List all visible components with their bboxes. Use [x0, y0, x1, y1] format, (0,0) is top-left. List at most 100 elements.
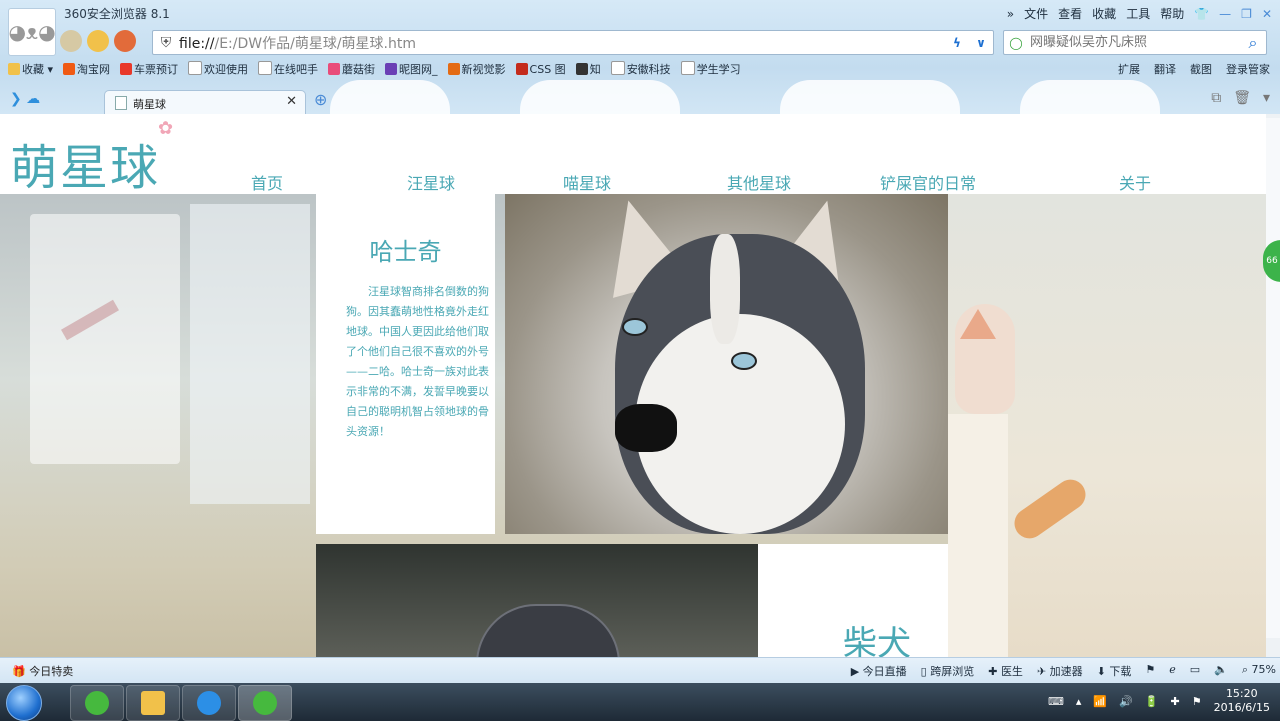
bookmark-item[interactable]: 淘宝网 [63, 61, 110, 77]
nav-about[interactable]: 关于 [1119, 170, 1151, 194]
minimize-icon[interactable]: — [1219, 7, 1231, 21]
address-url[interactable]: file:///E:/DW作品/萌星球/萌星球.htm [179, 33, 945, 53]
home-icon[interactable] [114, 30, 136, 52]
window-icon[interactable]: ▭ [1190, 663, 1200, 679]
menu-favorites[interactable]: 收藏 [1092, 5, 1116, 22]
tab-label: 萌星球 [133, 98, 166, 111]
today-deals[interactable]: 🎁 今日特卖 [12, 663, 73, 679]
forward-icon[interactable]: ❯ ☁ [10, 91, 40, 107]
keyboard-icon[interactable]: ⌨ [1048, 695, 1064, 708]
shiba-card: 柴犬 [758, 544, 948, 657]
mogujie-icon [328, 63, 341, 75]
bookmark-item[interactable]: CSS 图 [515, 61, 566, 77]
search-engine-icon[interactable]: ◯ [1004, 36, 1028, 50]
lightning-icon[interactable]: ϟ [945, 36, 969, 50]
browser-icon [253, 691, 277, 715]
chevron-down-icon[interactable]: ∨ [969, 36, 993, 50]
restore-tab-icon[interactable]: ⧉ [1211, 90, 1221, 106]
husky-description: 汪星球智商排名倒数的狗狗。因其蠢萌地性格竟外走红地球。中国人更因此给他们取了个他… [346, 285, 489, 438]
bookmark-item[interactable]: 收藏 ▾ [8, 61, 53, 77]
doctor-button[interactable]: ✚ 医生 [988, 663, 1023, 679]
taskbar-app-browser-active[interactable] [238, 685, 292, 721]
bookmark-item[interactable]: 学生学习 [680, 61, 741, 77]
bookmark-item[interactable]: 昵图网_ [385, 61, 438, 77]
clock[interactable]: 15:20 2016/6/15 [1214, 687, 1270, 715]
husky-eye [731, 352, 757, 370]
screenshot-button[interactable]: 截图 [1190, 61, 1212, 77]
bookmark-item[interactable]: 欢迎使用 [188, 61, 248, 77]
menu-help[interactable]: 帮助 [1160, 5, 1184, 22]
flag-icon[interactable]: ⚑ [1145, 663, 1155, 679]
user-avatar[interactable]: ◕ᴥ◕ [8, 8, 56, 56]
shield-icon[interactable]: ✚ [1171, 695, 1180, 708]
bookmark-item[interactable]: 在线吧手 [258, 61, 318, 77]
search-icon[interactable]: ⌕ [1240, 33, 1266, 53]
ie-icon[interactable]: ℯ [1169, 663, 1176, 679]
volume-icon[interactable]: 🔈 [1214, 663, 1228, 679]
nav-dog-planet[interactable]: 汪星球 [407, 170, 455, 194]
zoom-level[interactable]: ⌕ 75% [1242, 663, 1276, 679]
bookmark-item[interactable]: 新视觉影 [447, 61, 506, 77]
volume-icon[interactable]: 🔊 [1119, 695, 1133, 708]
system-tray: ⌨ ▴ 📶 🔊 🔋 ✚ ⚑ 15:20 2016/6/15 [1048, 687, 1270, 715]
shiba-photo [316, 544, 758, 657]
menu-tools[interactable]: 工具 [1126, 5, 1150, 22]
trash-icon[interactable]: 🗑 [1233, 90, 1251, 106]
search-box[interactable]: ◯ ⌕ [1003, 30, 1267, 55]
menu-file[interactable]: 文件 [1024, 5, 1048, 22]
login-manager-button[interactable]: 登录管家 [1226, 61, 1270, 77]
nav-cat-planet[interactable]: 喵星球 [563, 170, 611, 194]
ticket-icon [120, 63, 133, 75]
maximize-icon[interactable]: ❐ [1241, 7, 1252, 21]
shoe-shape [476, 604, 620, 657]
live-button[interactable]: ▶ 今日直播 [851, 663, 907, 679]
tab-active[interactable]: 萌星球 ✕ [104, 90, 306, 114]
tab-tools: ⧉ 🗑 ▾ [1211, 90, 1270, 106]
accelerator-button[interactable]: ✈ 加速器 [1037, 663, 1083, 679]
husky-photo [505, 194, 948, 534]
translate-button[interactable]: 翻译 [1154, 61, 1176, 77]
os-taskbar: ⌨ ▴ 📶 🔊 🔋 ✚ ⚑ 15:20 2016/6/15 [0, 683, 1280, 721]
ring-icon[interactable] [87, 30, 109, 52]
nav-other-planets[interactable]: 其他星球 [727, 170, 791, 194]
menu-expand-icon[interactable]: » [1007, 7, 1014, 21]
tray-expand-icon[interactable]: ▴ [1076, 695, 1082, 708]
cat-body [948, 414, 1008, 657]
ime-icon[interactable]: ⚑ [1192, 695, 1202, 708]
scrollbar-thumb[interactable] [1266, 118, 1280, 638]
page-viewport: 萌星球 ✿ 首页 汪星球 喵星球 其他星球 铲屎官的日常 关于 哈士奇 汪星球智… [0, 114, 1266, 657]
menu-view[interactable]: 查看 [1058, 5, 1082, 22]
address-bar[interactable]: ⛨ file:///E:/DW作品/萌星球/萌星球.htm ϟ ∨ [152, 30, 994, 55]
game-icon[interactable] [60, 30, 82, 52]
bookmark-item[interactable]: 安徽科技 [610, 61, 671, 77]
close-tab-icon[interactable]: ✕ [286, 94, 297, 109]
bg-window [190, 204, 310, 504]
start-button[interactable] [6, 685, 42, 721]
nav-daily[interactable]: 铲屎官的日常 [880, 170, 976, 194]
chevron-down-icon[interactable]: ▾ [1263, 90, 1270, 106]
page-icon [115, 96, 127, 110]
bookmark-item[interactable]: 知 [575, 61, 601, 77]
extensions-button[interactable]: 扩展 [1118, 61, 1140, 77]
network-icon[interactable]: 📶 [1093, 695, 1107, 708]
download-button[interactable]: ⬇ 下载 [1097, 663, 1132, 679]
cross-screen-button[interactable]: ▯ 跨屏浏览 [921, 663, 975, 679]
bookmark-item[interactable]: 蘑菇街 [328, 61, 375, 77]
bookmarks-bar: 收藏 ▾ 淘宝网 车票预订 欢迎使用 在线吧手 蘑菇街 昵图网_ 新视觉影 CS… [8, 61, 741, 77]
search-input[interactable] [1028, 34, 1240, 51]
star-icon [8, 63, 20, 75]
browser-chrome: ◕ᴥ◕ 360安全浏览器 8.1 » 文件 查看 收藏 工具 帮助 👕 — ❐ … [0, 0, 1280, 114]
power-icon[interactable]: 🔋 [1145, 695, 1159, 708]
close-window-icon[interactable]: ✕ [1262, 7, 1272, 21]
vertical-scrollbar[interactable] [1266, 114, 1280, 657]
taskbar-app-explorer[interactable] [126, 685, 180, 721]
skin-icon[interactable]: 👕 [1194, 7, 1209, 21]
tools-bar: 扩展 翻译 截图 登录管家 [1118, 61, 1270, 77]
bookmark-item[interactable]: 车票预订 [120, 61, 178, 77]
menu-bar: » 文件 查看 收藏 工具 帮助 👕 — ❐ ✕ [1007, 5, 1272, 22]
taskbar-app-browser[interactable] [70, 685, 124, 721]
clock-date: 2016/6/15 [1213, 701, 1270, 714]
taskbar-app-player[interactable] [182, 685, 236, 721]
new-tab-icon[interactable]: ⊕ [314, 90, 327, 109]
nav-home[interactable]: 首页 [251, 170, 283, 194]
